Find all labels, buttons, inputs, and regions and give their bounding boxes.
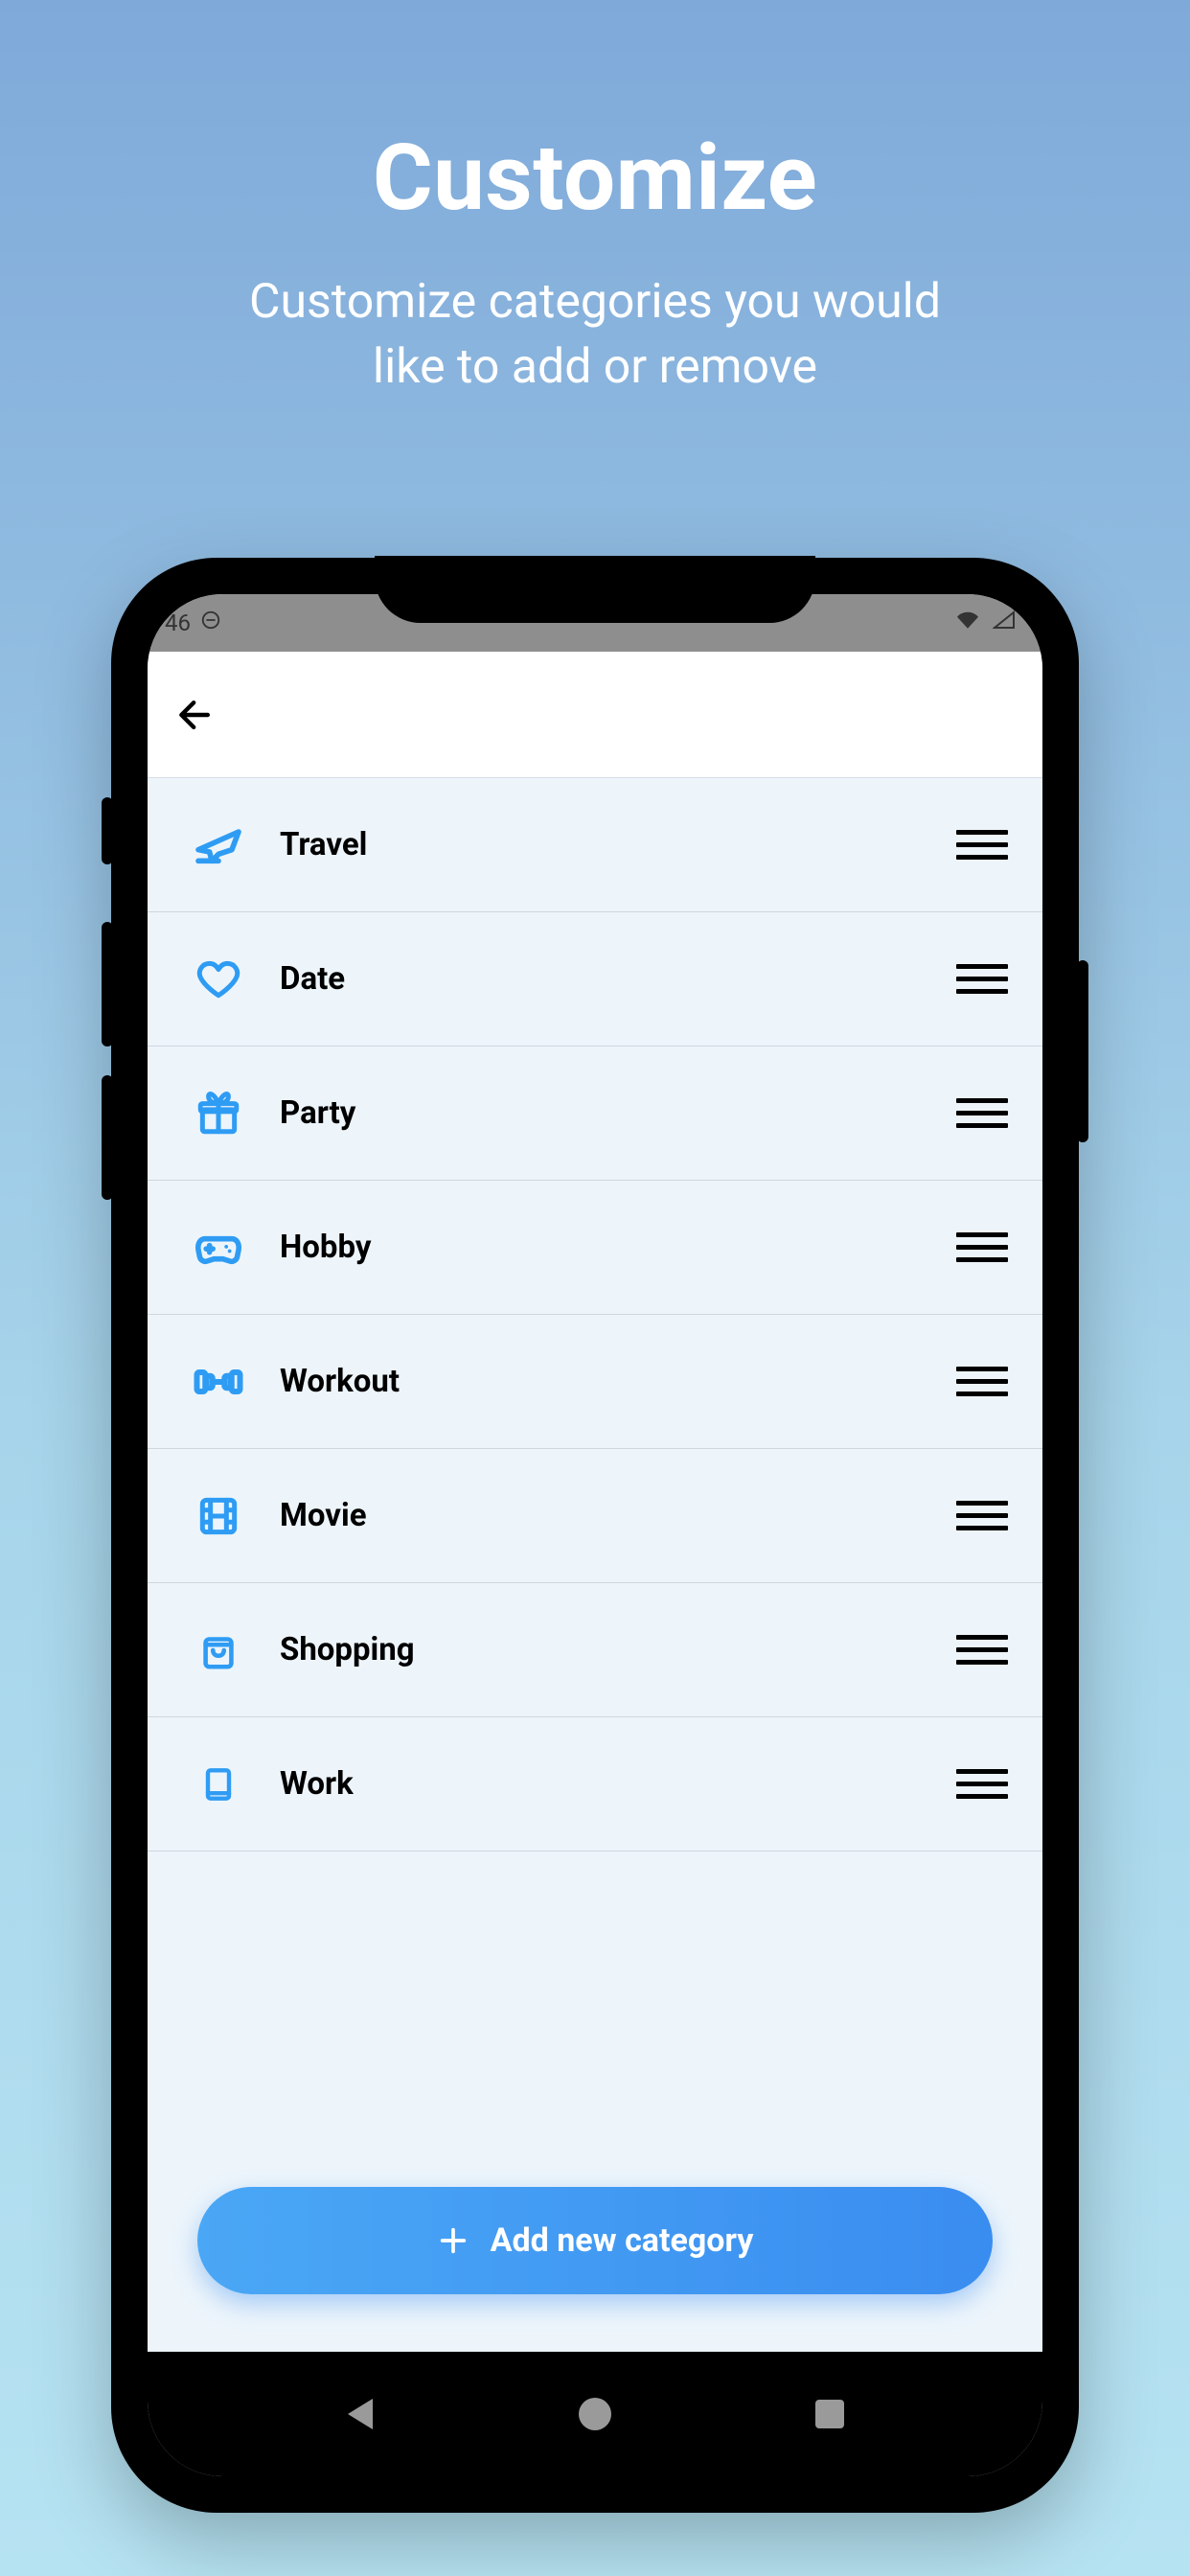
book-icon	[182, 1763, 255, 1806]
category-label: Workout	[280, 1363, 949, 1400]
android-nav-bar	[148, 2352, 1042, 2476]
gift-icon	[182, 1090, 255, 1138]
status-time-fragment: 46	[165, 610, 191, 636]
nav-overview-button[interactable]	[807, 2391, 853, 2437]
category-item-travel[interactable]: Travel	[148, 778, 1042, 912]
heart-icon	[182, 955, 255, 1003]
category-item-workout[interactable]: Workout	[148, 1315, 1042, 1449]
category-item-hobby[interactable]: Hobby	[148, 1181, 1042, 1315]
page-title: Customize	[0, 125, 1190, 232]
phone-volume-up	[102, 922, 113, 1046]
nav-back-button[interactable]	[337, 2391, 383, 2437]
add-category-button[interactable]: Add new category	[197, 2187, 993, 2294]
phone-frame: 46	[111, 558, 1079, 2513]
phone-power-button	[1077, 960, 1088, 1142]
circle-home-icon	[579, 2398, 611, 2430]
drag-handle-icon[interactable]	[949, 1225, 1016, 1270]
add-button-label: Add new category	[491, 2221, 754, 2260]
category-item-party[interactable]: Party	[148, 1046, 1042, 1181]
category-item-work[interactable]: Work	[148, 1717, 1042, 1852]
bag-icon	[182, 1628, 255, 1672]
drag-handle-icon[interactable]	[949, 1627, 1016, 1672]
wifi-icon	[954, 610, 981, 636]
phone-notch	[375, 556, 815, 623]
back-button[interactable]	[167, 686, 224, 744]
drag-handle-icon[interactable]	[949, 1359, 1016, 1404]
phone-screen: 46	[148, 594, 1042, 2476]
category-list: Travel Date Party	[148, 778, 1042, 1852]
category-label: Travel	[280, 826, 949, 863]
drag-handle-icon[interactable]	[949, 822, 1016, 867]
signal-icon	[993, 610, 1016, 636]
arrow-left-icon	[174, 694, 217, 736]
drag-handle-icon[interactable]	[949, 1493, 1016, 1538]
category-label: Hobby	[280, 1229, 949, 1266]
drag-handle-icon[interactable]	[949, 1091, 1016, 1136]
phone-volume-down	[102, 1075, 113, 1200]
category-item-movie[interactable]: Movie	[148, 1449, 1042, 1583]
dnd-icon	[200, 610, 221, 636]
dumbbell-icon	[182, 1353, 255, 1411]
nav-home-button[interactable]	[572, 2391, 618, 2437]
drag-handle-icon[interactable]	[949, 1761, 1016, 1806]
phone-mute-switch	[102, 797, 113, 864]
film-icon	[182, 1492, 255, 1540]
square-overview-icon	[815, 2400, 844, 2428]
gamepad-icon	[182, 1221, 255, 1275]
page-subtitle: Customize categories you would like to a…	[0, 270, 1190, 400]
category-label: Work	[280, 1765, 949, 1803]
app-navbar	[148, 652, 1042, 778]
category-item-shopping[interactable]: Shopping	[148, 1583, 1042, 1717]
plus-icon	[437, 2224, 469, 2257]
subtitle-line-1: Customize categories you would	[249, 274, 941, 330]
plane-icon	[182, 818, 255, 872]
triangle-back-icon	[348, 2399, 373, 2429]
category-label: Movie	[280, 1497, 949, 1534]
category-label: Date	[280, 960, 949, 998]
category-label: Shopping	[280, 1631, 949, 1668]
subtitle-line-2: like to add or remove	[373, 339, 817, 395]
category-item-date[interactable]: Date	[148, 912, 1042, 1046]
category-label: Party	[280, 1094, 949, 1132]
drag-handle-icon[interactable]	[949, 956, 1016, 1001]
